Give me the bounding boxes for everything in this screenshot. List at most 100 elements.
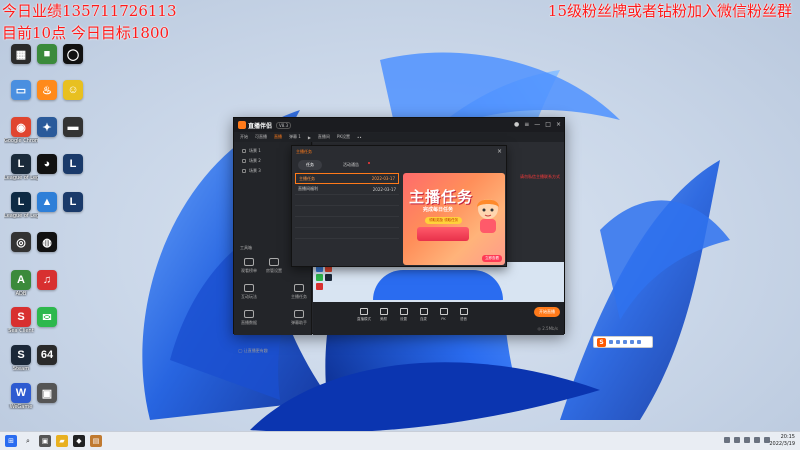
tab-tasks[interactable]: 任务 xyxy=(298,160,322,170)
tool-icon xyxy=(244,284,254,292)
task-dialog: 主播任务 × 任务 活动通告 主播任务 2022-03-17 直播间福利 202… xyxy=(291,145,507,267)
desktop-icon-app[interactable]: ▣ xyxy=(30,383,64,403)
tool-button[interactable]: 观看榜单 xyxy=(237,258,261,274)
preview-thumb xyxy=(325,274,332,281)
app-icon: ▦ xyxy=(11,44,31,64)
maximize-icon[interactable]: □ xyxy=(545,121,551,128)
clock-date: 2022/3/19 xyxy=(769,441,795,447)
app-icon: 64 xyxy=(37,345,57,365)
app-icon: ◯ xyxy=(63,44,83,64)
steam-icon: S xyxy=(11,345,31,365)
tool-icon xyxy=(269,258,279,266)
app-icon: ♨ xyxy=(37,80,57,100)
menu-item[interactable]: 弹幕 1 xyxy=(289,134,301,140)
ime-option-icon[interactable] xyxy=(637,340,641,344)
app-icon: L xyxy=(63,154,83,174)
desktop-icon-app[interactable]: L xyxy=(56,154,90,174)
live-companion-taskbar-icon[interactable]: ◆ xyxy=(73,435,85,447)
close-icon[interactable]: × xyxy=(497,148,502,155)
desktop-icon-app[interactable]: L xyxy=(56,192,90,212)
ime-option-icon[interactable] xyxy=(616,340,620,344)
banner-claim-button[interactable]: 领取奖励 领取任务 xyxy=(425,217,463,224)
dialog-list: 主播任务 2022-03-17 直播间福利 2022-03-17 xyxy=(295,173,399,263)
taskbar-clock[interactable]: 20:15 2022/3/19 xyxy=(769,434,795,448)
app-icon: ✦ xyxy=(37,117,57,137)
tool-button[interactable]: 弹幕助手 xyxy=(287,310,311,326)
tab-announcements[interactable]: 活动通告 xyxy=(327,160,378,170)
bottom-button[interactable]: 语音 xyxy=(457,308,470,322)
app-icon: L xyxy=(63,192,83,212)
sidebar-footer: ◯ 让直播更有趣 xyxy=(238,348,268,353)
tool-button[interactable]: 房管设置 xyxy=(262,258,286,274)
app-icon: ☺ xyxy=(63,80,83,100)
minimize-icon[interactable]: — xyxy=(534,121,540,128)
desktop-icon-app[interactable]: ◯ xyxy=(56,44,90,64)
desktop-icon-label: ADB xyxy=(15,291,27,297)
bottom-icon xyxy=(359,308,368,315)
desktop-icon-app[interactable]: ▬ xyxy=(56,117,90,137)
menu-item[interactable]: 开始 xyxy=(240,134,248,140)
preview-wallpaper xyxy=(373,270,503,300)
bottom-button[interactable]: 设置 xyxy=(397,308,410,322)
preview-thumb xyxy=(316,283,323,290)
bottom-button[interactable]: 连麦 xyxy=(417,308,430,322)
overlay-goal-text: 目前10点 今日目标1800 xyxy=(2,24,170,42)
tray-chevron-icon[interactable] xyxy=(724,437,730,443)
app-taskbar-icon[interactable]: ▤ xyxy=(90,435,102,447)
bottom-button[interactable]: 美颜 xyxy=(377,308,390,322)
bottom-button[interactable]: 直播模式 xyxy=(357,308,371,322)
dialog-title: 主播任务 xyxy=(296,149,312,154)
app-icon: ▭ xyxy=(11,80,31,100)
desktop-icon-app[interactable]: ♫ xyxy=(30,270,64,290)
app-titlebar: 直播伴侣 V8.3 ● ≡ — □ × xyxy=(234,118,564,132)
taskbar: ⊞ ⌕ ▣ ▰ ◆ ▤ 20:15 2022/3/19 xyxy=(0,431,800,450)
desktop-icon-app[interactable]: ◍ xyxy=(30,232,64,252)
desktop-icon-wechat[interactable]: ✉ xyxy=(30,307,64,327)
menu-item[interactable]: 可直播 xyxy=(255,134,267,140)
ime-option-icon[interactable] xyxy=(623,340,627,344)
tool-button[interactable]: 主播任务 xyxy=(287,284,311,300)
avatar-icon[interactable]: ● xyxy=(514,121,519,128)
ime-option-icon[interactable] xyxy=(630,340,634,344)
sogou-icon: S xyxy=(597,337,606,347)
desktop-icon-app[interactable]: ☺ xyxy=(56,80,90,100)
file-explorer-icon[interactable]: ▰ xyxy=(56,435,68,447)
preview-thumb xyxy=(316,274,323,281)
wechat-icon: ✉ xyxy=(37,307,57,327)
bottom-icon xyxy=(419,308,428,315)
tray-network-icon[interactable] xyxy=(744,437,750,443)
bottom-button[interactable]: PK xyxy=(437,308,450,321)
task-view-icon[interactable]: ▣ xyxy=(39,435,51,447)
list-item-selected[interactable]: 主播任务 2022-03-17 xyxy=(295,173,399,184)
tray-volume-icon[interactable] xyxy=(754,437,760,443)
preview-desktop-capture xyxy=(313,262,564,302)
menu-item[interactable]: 直播间 xyxy=(318,134,330,140)
tray-app-icon[interactable] xyxy=(734,437,740,443)
task-banner[interactable]: 主播任务 完成每日任务 领取奖励 领取任务 立即查看 xyxy=(403,173,505,265)
app-logo: 直播伴侣 xyxy=(238,121,272,130)
windows-start-icon[interactable]: ⊞ xyxy=(5,435,17,447)
banner-title: 主播任务 xyxy=(409,188,474,206)
start-live-button[interactable]: 开始直播 xyxy=(534,307,560,317)
preview-notice: 请勿私信主播联系方式 xyxy=(520,174,560,179)
menu-item[interactable]: •• xyxy=(357,135,362,140)
music-icon: ♫ xyxy=(37,270,57,290)
search-icon[interactable]: ⌕ xyxy=(22,435,34,447)
banner-view-button[interactable]: 立即查看 xyxy=(482,255,502,262)
banner-subtitle: 完成每日任务 xyxy=(423,207,454,213)
sogou-ime-toolbar[interactable]: S xyxy=(593,336,653,348)
tool-button[interactable]: 互动玩法 xyxy=(237,284,261,300)
menu-item[interactable]: ▶ xyxy=(308,135,311,140)
eye-icon xyxy=(242,169,246,173)
menu-item[interactable]: PK设置 xyxy=(337,134,350,140)
close-icon[interactable]: × xyxy=(556,121,561,128)
list-item[interactable]: 直播间福利 2022-03-17 xyxy=(295,184,399,195)
menu-icon[interactable]: ≡ xyxy=(524,121,529,128)
tool-button[interactable]: 直播数据 xyxy=(237,310,261,326)
list-item xyxy=(295,217,399,228)
app-icon: S xyxy=(11,307,31,327)
desktop-icon-app[interactable]: 64 xyxy=(30,345,64,365)
ime-option-icon[interactable] xyxy=(609,340,613,344)
menu-item-active[interactable]: 直播 xyxy=(274,134,282,140)
tool-icon xyxy=(244,258,254,266)
